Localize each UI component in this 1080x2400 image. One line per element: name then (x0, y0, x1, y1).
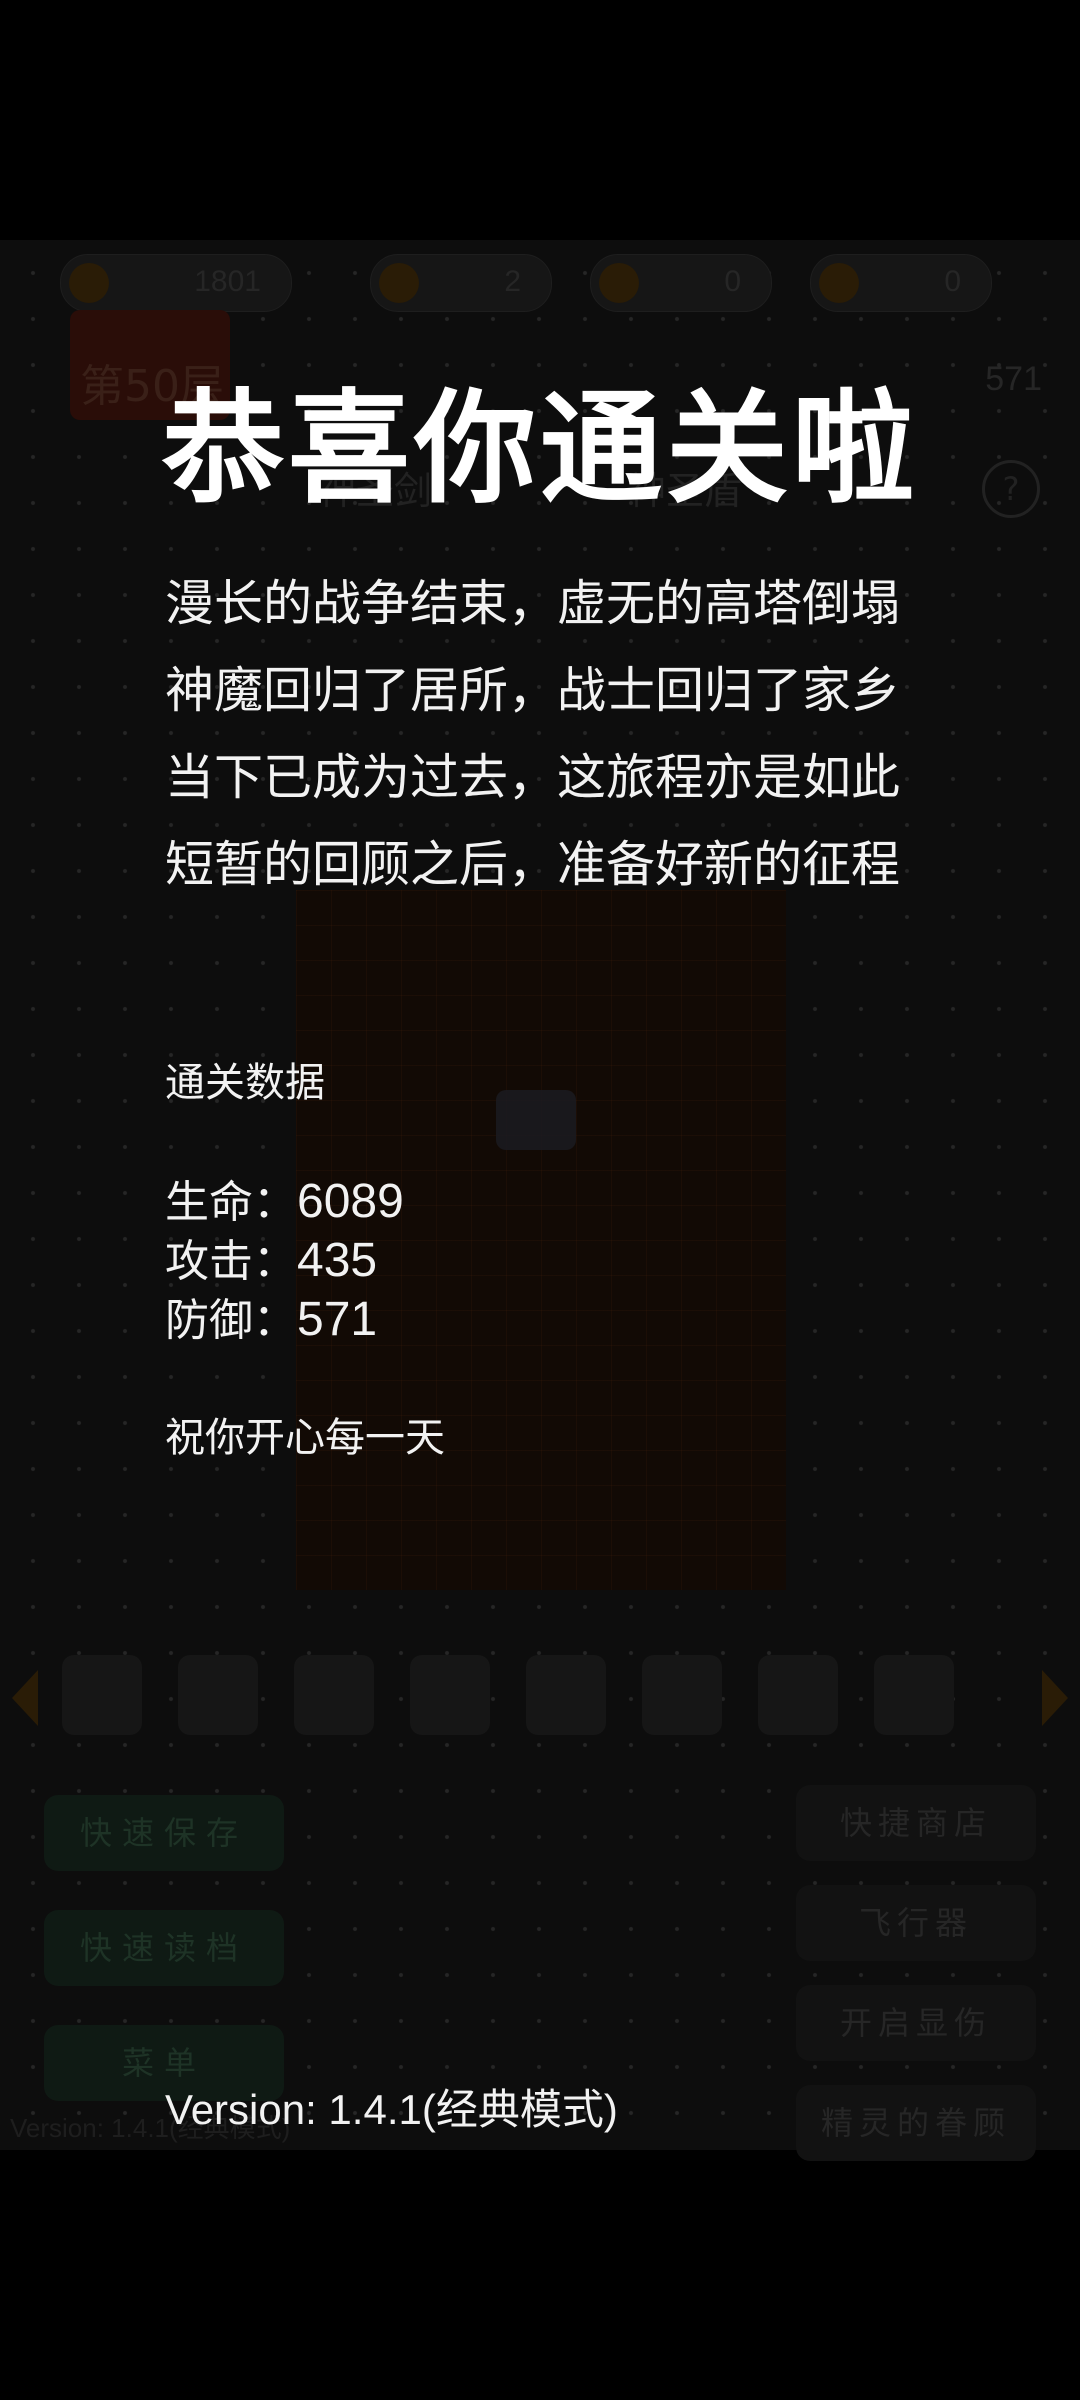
show-damage-toggle[interactable]: 开启显伤 (796, 1985, 1036, 2061)
blue-key-counter: 0 (590, 254, 772, 312)
blue-key-icon (599, 263, 639, 303)
fly-button[interactable]: 飞行器 (796, 1885, 1036, 1961)
version-text: Version: 1.4.1(经典模式) (165, 2086, 618, 2133)
ending-title: 恭喜你通关啦 (162, 378, 918, 520)
scroll-left-icon[interactable] (12, 1670, 38, 1726)
story-line: 漫长的战争结束，虚无的高塔倒塌 (165, 575, 901, 632)
stat-defense: 防御：571 (165, 1284, 377, 1348)
quick-shop-button[interactable]: 快捷商店 (796, 1785, 1036, 1861)
item-slot[interactable] (410, 1655, 490, 1735)
stat-attack-label: 攻击： (165, 1236, 297, 1287)
stat-hp-label: 生命： (165, 1177, 297, 1228)
item-slot[interactable] (178, 1655, 258, 1735)
red-key-icon (819, 263, 859, 303)
story-line: 神魔回归了居所，战士回归了家乡 (165, 662, 901, 719)
item-slot[interactable] (294, 1655, 374, 1735)
wish-text: 祝你开心每一天 (165, 1415, 445, 1461)
hud-bar: 1801 2 0 0 (60, 254, 1020, 312)
hero-sprite (496, 1090, 576, 1150)
gold-coin-icon (69, 263, 109, 303)
item-slot[interactable] (642, 1655, 722, 1735)
yellow-key-icon (379, 263, 419, 303)
stats-heading: 通关数据 (165, 1060, 325, 1106)
stat-defense-label: 防御： (165, 1295, 297, 1346)
stat-attack: 攻击：435 (165, 1225, 377, 1289)
stat-hp: 生命：6089 (165, 1166, 404, 1230)
stat-defense-value: 571 (297, 1293, 378, 1346)
stat-attack-value: 435 (297, 1234, 378, 1287)
story-line: 短暂的回顾之后，准备好新的征程 (165, 836, 901, 893)
stat-hp-value: 6089 (297, 1175, 404, 1228)
story-line: 当下已成为过去，这旅程亦是如此 (165, 749, 901, 806)
spirit-blessing-button[interactable]: 精灵的眷顾 (796, 2085, 1036, 2161)
quick-load-button[interactable]: 快速读档 (44, 1910, 284, 1986)
item-slot[interactable] (758, 1655, 838, 1735)
scroll-right-icon[interactable] (1042, 1670, 1068, 1726)
item-slot[interactable] (62, 1655, 142, 1735)
gold-counter: 1801 (60, 254, 292, 312)
ending-story: 漫长的战争结束，虚无的高塔倒塌 神魔回归了居所，战士回归了家乡 当下已成为过去，… (165, 560, 965, 908)
item-slot[interactable] (874, 1655, 954, 1735)
item-bar (0, 1640, 1080, 1750)
red-key-counter: 0 (810, 254, 992, 312)
yellow-key-counter: 2 (370, 254, 552, 312)
item-slot[interactable] (526, 1655, 606, 1735)
quick-save-button[interactable]: 快速保存 (44, 1795, 284, 1871)
